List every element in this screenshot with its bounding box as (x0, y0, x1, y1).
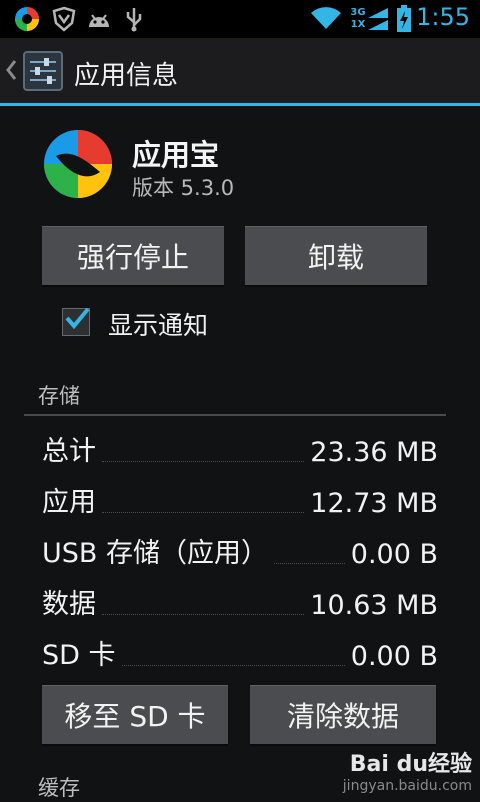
app-store-notification-icon (14, 6, 40, 32)
storage-section-title: 存储 (38, 384, 80, 408)
storage-label: 应用 (42, 487, 96, 518)
network-type-label: 3G 1X (350, 6, 366, 32)
dotted-leader (102, 614, 305, 615)
usb-icon (124, 6, 144, 32)
force-stop-button[interactable]: 强行停止 (42, 226, 224, 285)
clock: 1:55 (416, 3, 470, 31)
storage-label: USB 存储（应用） (42, 538, 269, 569)
network-type: 3G (350, 7, 366, 18)
move-to-sd-button[interactable]: 移至 SD 卡 (42, 685, 228, 744)
storage-section-divider (24, 414, 446, 416)
clear-data-button[interactable]: 清除数据 (250, 685, 436, 744)
watermark: Bai du经验 jingyan.baidu.com (343, 746, 472, 794)
action-bar-divider (0, 103, 480, 106)
battery-charging-icon (396, 5, 412, 33)
wifi-icon (310, 5, 342, 31)
storage-row-usb: USB 存储（应用） 0.00 B (42, 530, 438, 570)
dotted-leader (274, 563, 345, 564)
signal-icon (366, 6, 390, 32)
watermark-url: jingyan.baidu.com (342, 778, 472, 794)
watermark-brand: Bai du经验 (349, 752, 472, 777)
app-icon (42, 128, 114, 200)
storage-label: 数据 (42, 589, 96, 620)
dotted-leader (121, 665, 345, 666)
app-version: 版本 5.3.0 (132, 176, 235, 200)
shield-icon (52, 6, 76, 32)
storage-value: 12.73 MB (310, 488, 438, 519)
app-name: 应用宝 (132, 138, 220, 172)
page-title: 应用信息 (74, 61, 179, 91)
android-icon (86, 6, 112, 32)
checkmark-icon (65, 307, 90, 330)
storage-value: 23.36 MB (310, 437, 438, 468)
dotted-leader (102, 461, 305, 462)
network-sub: 1X (350, 19, 366, 30)
storage-row-total: 总计 23.36 MB (42, 428, 438, 468)
storage-value: 0.00 B (350, 539, 438, 570)
action-bar: 应用信息 (0, 38, 480, 106)
status-bar: 3G 1X 1:55 (0, 0, 480, 38)
storage-label: SD 卡 (42, 640, 116, 671)
dotted-leader (102, 512, 305, 513)
storage-value: 10.63 MB (310, 590, 438, 621)
storage-row-app: 应用 12.73 MB (42, 479, 438, 519)
show-notifications-label[interactable]: 显示通知 (108, 306, 208, 342)
settings-sliders-icon[interactable] (22, 50, 64, 92)
storage-row-data: 数据 10.63 MB (42, 581, 438, 621)
uninstall-button[interactable]: 卸载 (245, 226, 427, 285)
storage-label: 总计 (42, 436, 96, 467)
cache-section-title: 缓存 (38, 776, 80, 800)
storage-row-sd: SD 卡 0.00 B (42, 632, 438, 672)
show-notifications-checkbox[interactable] (62, 307, 90, 336)
back-chevron-icon[interactable] (4, 58, 18, 82)
storage-value: 0.00 B (350, 641, 438, 672)
